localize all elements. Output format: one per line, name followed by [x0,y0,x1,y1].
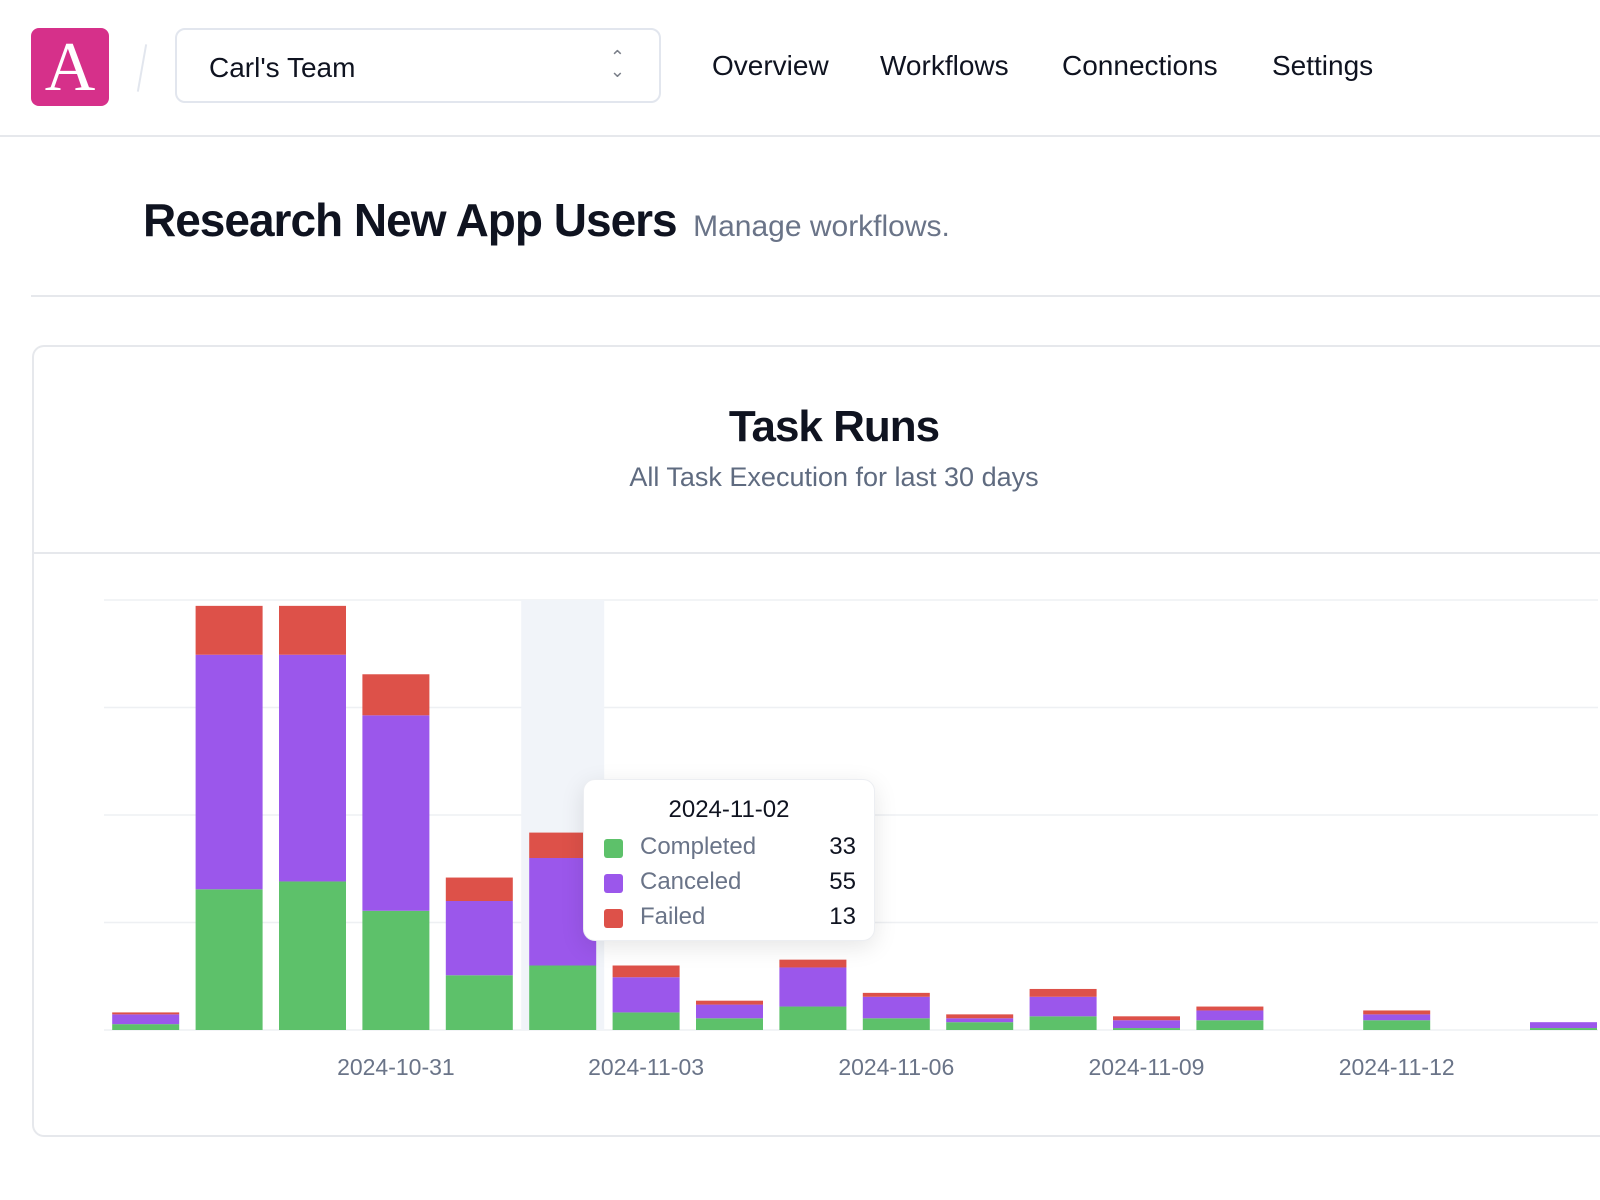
tooltip-row-failed: Failed 13 [604,903,856,933]
bar-failed-2024-11-10[interactable] [1196,1006,1264,1011]
legend-swatch-canceled [604,874,623,893]
tooltip-value: 13 [829,903,856,930]
x-tick-label: 2024-10-31 [337,1054,455,1080]
x-tick-label: 2024-11-12 [1339,1054,1455,1080]
tooltip-row-canceled: Canceled 55 [604,868,856,898]
bar-completed-2024-10-29[interactable] [195,889,263,1030]
tooltip-label: Completed [640,833,757,860]
bar-canceled-2024-11-04[interactable] [696,1004,763,1019]
tooltip-value: 33 [829,833,856,860]
bar-canceled-2024-11-14[interactable] [1530,1022,1597,1029]
bar-canceled-2024-11-03[interactable] [612,977,680,1013]
bar-canceled-2024-11-12[interactable] [1363,1014,1431,1021]
tooltip-date: 2024-11-02 [668,796,790,823]
bar-canceled-2024-10-29[interactable] [195,654,263,890]
bar-canceled-2024-11-10[interactable] [1196,1010,1264,1021]
bar-canceled-2024-10-31[interactable] [362,715,430,911]
bar-failed-2024-10-30[interactable] [279,605,346,655]
bar-failed-2024-11-08[interactable] [1029,988,1097,997]
bar-canceled-2024-10-30[interactable] [279,654,346,882]
bar-failed-2024-11-03[interactable] [612,965,680,978]
task-runs-chart[interactable]: 2024-10-31 2024-11-03 2024-11-06 2024-11-09… [0,0,1600,1200]
bar-completed-2024-11-06[interactable] [862,1018,930,1030]
bar-completed-2024-11-02[interactable] [529,965,597,1031]
bar-failed-2024-11-05[interactable] [779,959,847,968]
bar-completed-2024-10-31[interactable] [362,910,430,1030]
bar-completed-2024-10-28[interactable] [112,1024,180,1030]
bar-completed-2024-11-12[interactable] [1363,1020,1431,1030]
bar-completed-2024-11-08[interactable] [1029,1016,1097,1030]
chart-tooltip: 2024-11-02 Completed 33 Canceled 55 Fail… [583,779,875,941]
tooltip-row-completed: Completed 33 [604,833,856,863]
bar-completed-2024-11-05[interactable] [779,1006,847,1030]
bar-completed-2024-11-10[interactable] [1196,1020,1264,1030]
x-tick-label: 2024-11-06 [838,1054,954,1080]
bar-canceled-2024-11-01[interactable] [445,901,513,976]
x-tick-label: 2024-11-03 [588,1054,704,1080]
legend-swatch-failed [604,909,623,928]
x-tick-label: 2024-11-09 [1089,1054,1205,1080]
bar-completed-2024-11-04[interactable] [696,1018,763,1030]
bar-canceled-2024-11-06[interactable] [862,996,930,1019]
bar-canceled-2024-11-09[interactable] [1113,1020,1180,1029]
tooltip-label: Canceled [640,868,742,895]
bar-completed-2024-11-01[interactable] [445,975,513,1030]
bar-failed-2024-11-12[interactable] [1363,1010,1431,1015]
bar-canceled-2024-10-28[interactable] [112,1014,180,1025]
bar-failed-2024-10-31[interactable] [362,674,430,716]
bar-canceled-2024-11-07[interactable] [946,1018,1014,1023]
bar-completed-2024-11-09[interactable] [1113,1028,1180,1030]
bar-completed-2024-11-14[interactable] [1530,1028,1597,1030]
bar-failed-2024-11-09[interactable] [1113,1016,1180,1021]
bar-failed-2024-11-07[interactable] [946,1014,1014,1019]
bar-failed-2024-10-28[interactable] [112,1012,180,1015]
bar-failed-2024-11-01[interactable] [445,877,513,901]
bar-canceled-2024-11-08[interactable] [1029,996,1097,1017]
bar-failed-2024-10-29[interactable] [195,605,263,655]
bar-failed-2024-11-04[interactable] [696,1000,763,1005]
tooltip-label: Failed [640,903,706,930]
bar-canceled-2024-11-05[interactable] [779,967,847,1007]
tooltip-value: 55 [829,868,856,895]
bar-completed-2024-11-03[interactable] [612,1012,680,1030]
bar-failed-2024-11-06[interactable] [862,992,930,997]
legend-swatch-completed [604,839,623,858]
bar-completed-2024-11-07[interactable] [946,1022,1014,1030]
bar-completed-2024-10-30[interactable] [279,881,346,1030]
